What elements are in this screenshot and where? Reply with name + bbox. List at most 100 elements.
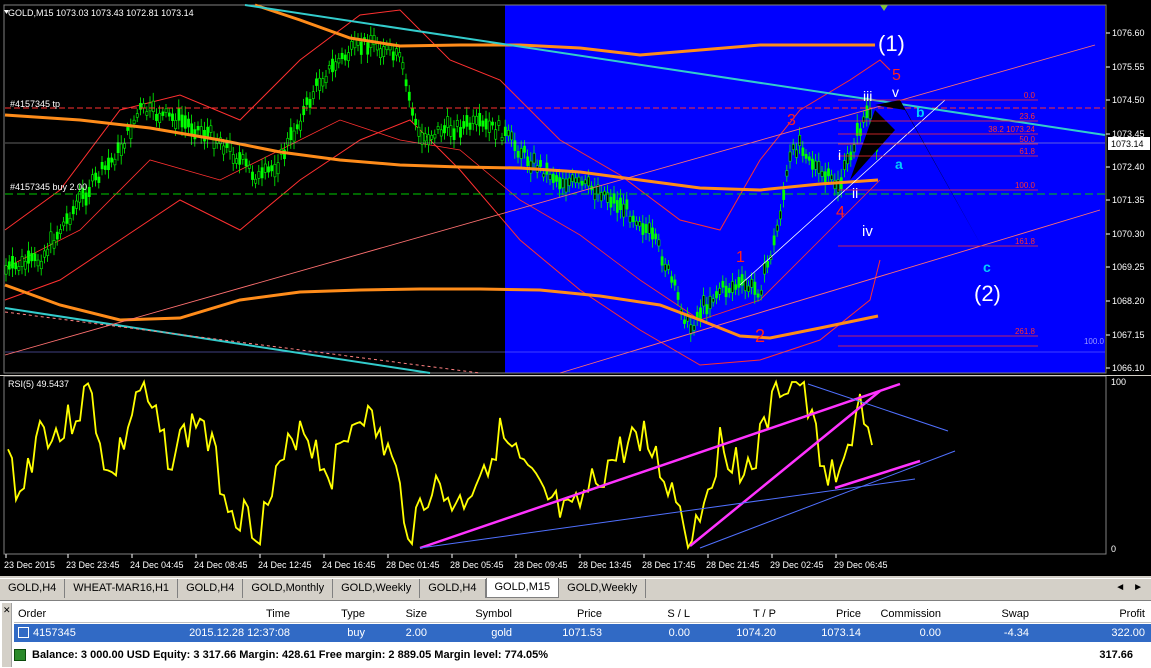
candle-body — [807, 156, 811, 161]
candle-body — [257, 171, 261, 179]
candle-body — [500, 137, 504, 141]
candle-body — [580, 180, 584, 186]
tab-gold-h4-2[interactable]: GOLD,H4 — [178, 579, 244, 598]
tab-gold-h4-3[interactable]: GOLD,H4 — [420, 579, 486, 598]
candle-body — [27, 250, 30, 264]
candle-body — [827, 168, 830, 177]
col-profit[interactable]: Profit — [1033, 605, 1149, 622]
candle-body — [187, 118, 190, 128]
candle-body — [39, 260, 43, 270]
candle-body — [436, 126, 440, 130]
candle-body — [491, 121, 494, 126]
time-axis: 23 Dec 2015 23 Dec 23:45 24 Dec 04:45 24 De… — [4, 554, 888, 570]
candle-body — [612, 193, 616, 204]
col-time[interactable]: Time — [124, 605, 294, 622]
candle-body — [414, 118, 418, 125]
col-order[interactable]: Order — [14, 605, 124, 622]
candle-body — [36, 259, 40, 267]
candle-body — [318, 77, 322, 91]
price-chart[interactable]: GOLD,M15 1073.03 1073.43 1072.81 1073.14… — [0, 0, 1151, 375]
col-commission[interactable]: Commission — [865, 605, 945, 622]
col-price[interactable]: Price — [516, 605, 606, 622]
candle-body — [171, 113, 174, 121]
candle-body — [142, 103, 146, 109]
col-size[interactable]: Size — [369, 605, 431, 622]
candle-body — [289, 127, 293, 141]
time-tick-label: 29 Dec 06:45 — [834, 560, 888, 570]
candle-body — [551, 173, 555, 183]
table-row[interactable]: 4157345 2015.12.28 12:37:08 buy 2.00 gol… — [14, 624, 1151, 642]
fib-label: 100.0 — [1015, 181, 1036, 190]
tab-gold-monthly[interactable]: GOLD,Monthly — [243, 579, 334, 598]
candle-body — [548, 174, 552, 180]
candle-body — [113, 158, 117, 166]
chart-header: GOLD,M15 1073.03 1073.43 1072.81 1073.14 — [8, 8, 194, 18]
candle-body — [801, 147, 805, 156]
candle-body — [651, 227, 654, 240]
tab-gold-h4-1[interactable]: GOLD,H4 — [0, 579, 66, 598]
candle-body — [788, 151, 792, 162]
candle-body — [129, 127, 133, 140]
candle-body — [542, 173, 546, 178]
wave-iii-label: iii — [863, 88, 872, 104]
candle-body — [532, 152, 536, 164]
fib-label: 261.8 — [1015, 327, 1036, 336]
candle-body — [766, 260, 770, 268]
candle-body — [145, 111, 149, 116]
tab-scroll-left-icon[interactable]: ◄ — [1115, 582, 1125, 598]
candle-body — [676, 292, 680, 300]
tab-scroll-right-icon[interactable]: ► — [1133, 582, 1143, 598]
candle-body — [267, 166, 270, 173]
time-tick-label: 28 Dec 17:45 — [642, 560, 696, 570]
candle-body — [455, 120, 459, 127]
candle-body — [167, 112, 171, 117]
terminal-handle[interactable]: ✕ — [2, 603, 12, 667]
candle-body — [510, 131, 514, 141]
candle-body — [209, 125, 213, 133]
candle-body — [763, 262, 766, 275]
candle-body — [11, 256, 14, 269]
candle-body — [238, 152, 242, 165]
candle-body — [135, 113, 139, 118]
col-swap[interactable]: Swap — [945, 605, 1033, 622]
candle-body — [785, 170, 789, 177]
col-type[interactable]: Type — [294, 605, 369, 622]
price-tick-label: 1069.25 — [1112, 262, 1145, 272]
tab-gold-m15[interactable]: GOLD,M15 — [485, 578, 560, 598]
price-tick-label: 1066.10 — [1112, 363, 1145, 373]
candle-body — [161, 111, 165, 116]
candle-body — [183, 115, 187, 129]
candle-body — [795, 149, 798, 158]
candle-body — [116, 142, 120, 153]
order-id: 4157345 — [33, 627, 76, 639]
candle-body — [199, 126, 203, 137]
candle-body — [702, 295, 706, 307]
candle-body — [385, 45, 389, 51]
candle-body — [231, 154, 235, 164]
price-chart-canvas[interactable]: GOLD,M15 1073.03 1073.43 1072.81 1073.14… — [0, 0, 1151, 375]
rsi-canvas[interactable]: RSI(5) 49.5437 100 0 23 Dec 2015 23 Dec 2… — [0, 375, 1151, 576]
col-tp[interactable]: T / P — [694, 605, 780, 622]
candle-body — [401, 62, 405, 70]
price-tick-label: 1067.15 — [1112, 330, 1145, 340]
price-tick-label: 1074.50 — [1112, 95, 1145, 105]
order-buy-label: #4157345 buy 2.00 — [10, 182, 87, 192]
candle-body — [244, 158, 248, 167]
time-tick-label: 29 Dec 02:45 — [770, 560, 824, 570]
close-icon[interactable]: ✕ — [3, 605, 11, 616]
candle-body — [647, 222, 651, 234]
candle-body — [439, 129, 443, 137]
col-sl[interactable]: S / L — [606, 605, 694, 622]
tab-gold-weekly-2[interactable]: GOLD,Weekly — [559, 579, 647, 598]
lower-trendline — [4, 307, 431, 374]
time-tick-label: 28 Dec 09:45 — [514, 560, 568, 570]
tab-wheat-h1[interactable]: WHEAT-MAR16,H1 — [65, 579, 179, 598]
tab-gold-weekly-1[interactable]: GOLD,Weekly — [333, 579, 421, 598]
col-symbol[interactable]: Symbol — [431, 605, 516, 622]
fib-label: 38.2 1073.24 — [988, 125, 1035, 134]
rsi-max-label: 100 — [1111, 377, 1126, 387]
candle-body — [852, 144, 856, 153]
candle-body — [638, 221, 642, 227]
rsi-chart[interactable]: RSI(5) 49.5437 100 0 23 Dec 2015 23 Dec 2… — [0, 375, 1151, 576]
col-current-price[interactable]: Price — [780, 605, 865, 622]
